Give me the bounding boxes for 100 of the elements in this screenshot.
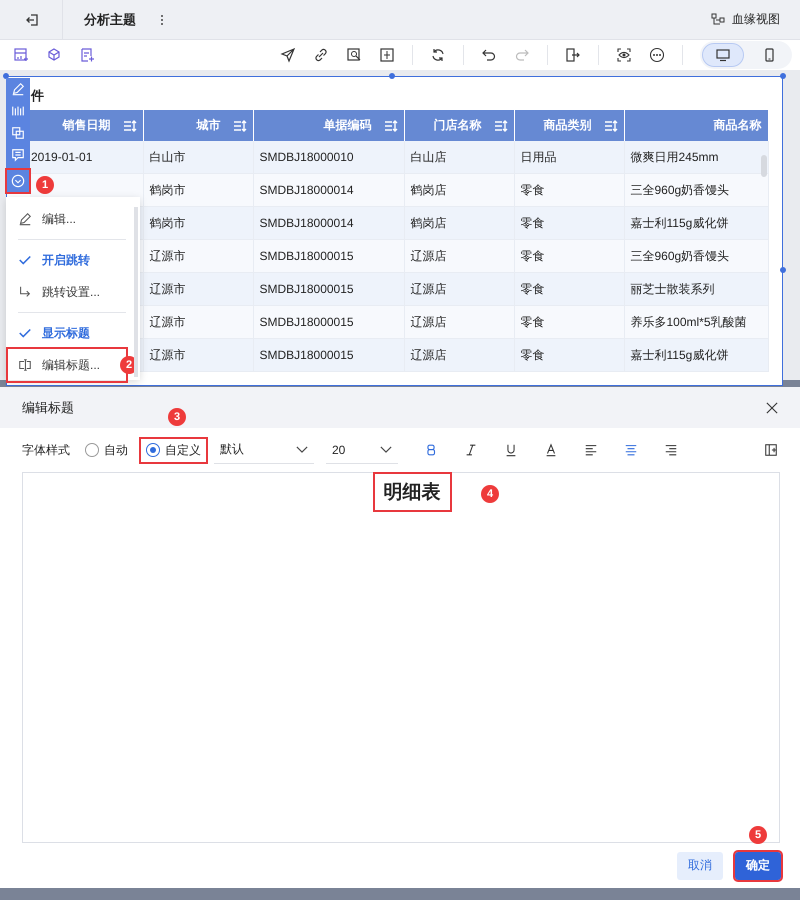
sort-icon[interactable] bbox=[494, 120, 508, 132]
color-icon[interactable] bbox=[544, 443, 558, 457]
column-header[interactable]: 门店名称 bbox=[404, 110, 514, 141]
title-preview: 明细表 bbox=[374, 474, 450, 510]
preview-icon[interactable] bbox=[616, 47, 632, 63]
comment-icon[interactable] bbox=[11, 148, 25, 162]
chevron-down-icon bbox=[380, 446, 392, 453]
table-cell: 零食 bbox=[520, 282, 544, 296]
sort-icon[interactable] bbox=[122, 120, 136, 132]
menu-item[interactable]: 开启跳转 bbox=[8, 244, 126, 276]
scrollbar[interactable] bbox=[761, 155, 767, 177]
column-header[interactable]: 销售日期 bbox=[30, 110, 143, 141]
frame-icon[interactable] bbox=[379, 47, 395, 63]
add-list-icon[interactable] bbox=[79, 47, 95, 63]
chevron-down-icon bbox=[11, 174, 25, 188]
table-cell: 辽源店 bbox=[410, 348, 446, 362]
monitor-icon bbox=[715, 47, 731, 63]
menu-item[interactable]: 跳转设置... bbox=[8, 276, 126, 308]
scrollbar[interactable] bbox=[134, 207, 138, 377]
font-style-label: 字体样式 bbox=[22, 442, 70, 458]
export-icon[interactable] bbox=[565, 47, 581, 63]
sort-icon[interactable] bbox=[384, 120, 398, 132]
table-cell: 三全960g奶香馒头 bbox=[630, 182, 730, 196]
menu-item[interactable]: 显示标题 bbox=[8, 317, 126, 349]
table-cell: 鹤岗店 bbox=[410, 182, 446, 196]
table-cell: 辽源店 bbox=[410, 248, 446, 262]
table-cell: 辽源市 bbox=[150, 282, 186, 296]
turn-arrow-icon bbox=[18, 285, 32, 299]
dialog-title: 编辑标题 bbox=[22, 398, 74, 416]
table-cell: 零食 bbox=[520, 216, 544, 230]
size-select[interactable]: 20 bbox=[326, 436, 398, 464]
font-select[interactable]: 默认 bbox=[214, 436, 314, 464]
align-right-icon[interactable] bbox=[664, 443, 678, 457]
table-cell: SMDBJ18000015 bbox=[260, 348, 354, 362]
table-cell: SMDBJ18000015 bbox=[260, 315, 354, 329]
copy-icon[interactable] bbox=[11, 126, 25, 140]
desktop-view-button[interactable] bbox=[702, 43, 744, 67]
table-cell: SMDBJ18000015 bbox=[260, 249, 354, 263]
sort-icon[interactable] bbox=[604, 120, 618, 132]
table-cell: 零食 bbox=[520, 348, 544, 362]
undo-icon[interactable] bbox=[481, 47, 497, 63]
text-cursor-icon bbox=[18, 358, 32, 372]
edit-icon[interactable] bbox=[11, 82, 25, 96]
table-cell: 微爽日用245mm bbox=[630, 150, 719, 164]
pencil-icon bbox=[18, 212, 32, 226]
more-icon[interactable] bbox=[160, 14, 164, 26]
table-cell: SMDBJ18000015 bbox=[260, 282, 354, 296]
align-left-icon[interactable] bbox=[584, 443, 598, 457]
column-header[interactable]: 商品类别 bbox=[514, 110, 624, 141]
confirm-button[interactable]: 确定 bbox=[735, 852, 781, 880]
back-icon[interactable] bbox=[24, 12, 40, 28]
lineage-icon[interactable] bbox=[710, 12, 726, 28]
table-cell: 嘉士利115g威化饼 bbox=[630, 348, 728, 362]
table-cell: 辽源市 bbox=[150, 248, 186, 262]
table-cell: 鹤岗市 bbox=[150, 216, 186, 230]
bars-icon[interactable] bbox=[11, 104, 25, 118]
dropdown-toggle[interactable] bbox=[7, 170, 29, 192]
chevron-down-icon bbox=[296, 446, 308, 453]
step-badge: 4 bbox=[481, 485, 499, 503]
lineage-view-link[interactable]: 血缘视图 bbox=[732, 11, 780, 28]
refresh-icon[interactable] bbox=[430, 47, 446, 63]
table-cell: 白山店 bbox=[410, 150, 446, 164]
add-chart-icon[interactable] bbox=[13, 47, 29, 63]
table-cell: 零食 bbox=[520, 182, 544, 196]
sort-icon[interactable] bbox=[232, 120, 246, 132]
resize-handle[interactable] bbox=[780, 267, 786, 273]
table-cell: 丽芝士散装系列 bbox=[630, 282, 714, 296]
table-cell: 三全960g奶香馒头 bbox=[630, 248, 730, 262]
italic-icon[interactable] bbox=[464, 443, 478, 457]
table-cell: 辽源市 bbox=[150, 348, 186, 362]
table-cell: SMDBJ18000014 bbox=[260, 183, 354, 197]
radio-option[interactable]: 自定义 bbox=[141, 438, 206, 462]
more-icon[interactable] bbox=[649, 47, 665, 63]
close-icon[interactable] bbox=[766, 402, 778, 414]
column-header[interactable]: 单据编码 bbox=[253, 110, 404, 141]
image-search-icon[interactable] bbox=[346, 47, 362, 63]
step-badge: 5 bbox=[749, 826, 767, 844]
table-cell: SMDBJ18000010 bbox=[260, 150, 354, 164]
resize-handle[interactable] bbox=[3, 73, 9, 79]
table-cell: 白山市 bbox=[150, 150, 186, 164]
menu-item[interactable]: 编辑... bbox=[8, 203, 126, 235]
table-cell: 辽源市 bbox=[150, 314, 186, 328]
resize-handle[interactable] bbox=[780, 73, 786, 79]
table-cell: 鹤岗店 bbox=[410, 216, 446, 230]
layout-icon[interactable] bbox=[764, 443, 778, 457]
radio-option[interactable]: 自动 bbox=[80, 438, 133, 462]
column-header[interactable]: 城市 bbox=[143, 110, 253, 141]
cube-plus-icon[interactable] bbox=[46, 47, 62, 63]
resize-handle[interactable] bbox=[389, 73, 395, 79]
cancel-button[interactable]: 取消 bbox=[677, 852, 723, 880]
column-header[interactable]: 商品名称 bbox=[624, 110, 768, 141]
table-cell: 鹤岗市 bbox=[150, 182, 186, 196]
link-icon[interactable] bbox=[313, 47, 329, 63]
table-cell: 2019-01-01 bbox=[31, 150, 92, 164]
table-cell: 辽源店 bbox=[410, 314, 446, 328]
underline-icon[interactable] bbox=[504, 443, 518, 457]
table-cell: 零食 bbox=[520, 248, 544, 262]
send-icon[interactable] bbox=[280, 47, 296, 63]
align-center-icon[interactable] bbox=[624, 443, 638, 457]
check-icon bbox=[18, 253, 32, 267]
